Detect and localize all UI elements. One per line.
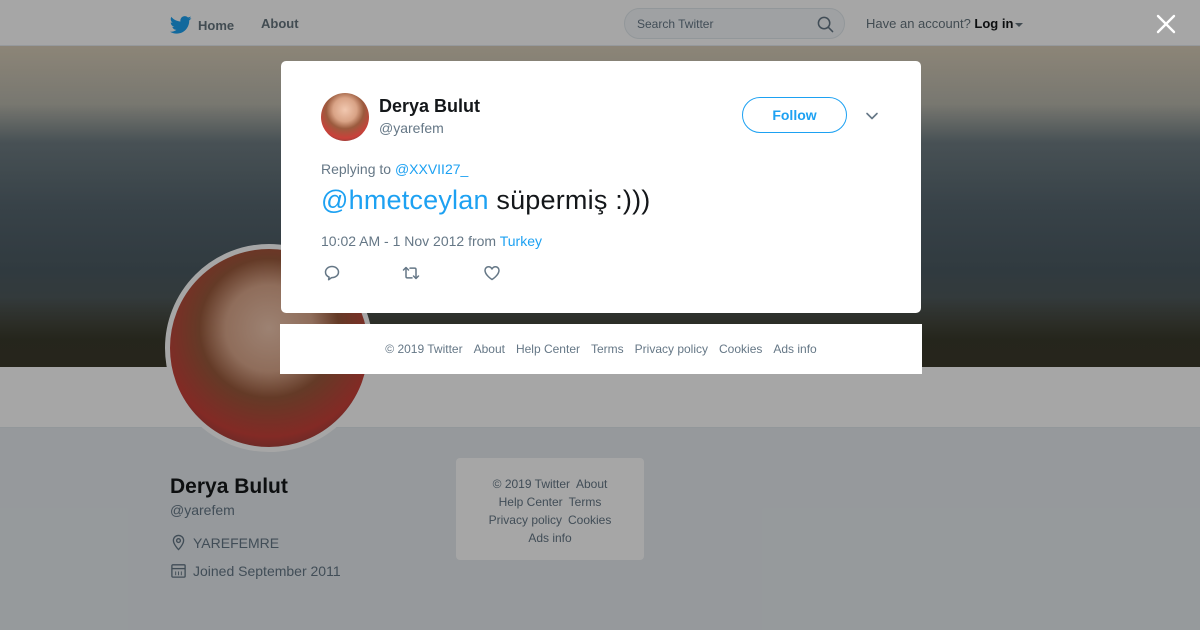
modal-footer-help[interactable]: Help Center: [516, 342, 580, 356]
reply-icon[interactable]: [323, 264, 341, 282]
tweet-place-link[interactable]: Turkey: [500, 233, 542, 249]
tweet-author-name[interactable]: Derya Bulut: [379, 96, 480, 117]
tweet-text: @hmetceylan süpermiş :))): [321, 185, 651, 216]
tweet-author-avatar[interactable]: [321, 93, 369, 141]
modal-footer-terms[interactable]: Terms: [591, 342, 624, 356]
modal-footer-copyright: © 2019 Twitter: [385, 342, 463, 356]
replying-to-prefix: Replying to: [321, 161, 392, 177]
tweet-from-label: from: [468, 233, 497, 249]
replying-to-link[interactable]: @XXVII27_: [395, 161, 468, 177]
tweet-timestamp[interactable]: 10:02 AM - 1 Nov 2012: [321, 233, 464, 249]
chevron-down-icon[interactable]: [864, 108, 880, 124]
follow-button[interactable]: Follow: [742, 97, 847, 133]
modal-footer-about[interactable]: About: [474, 342, 505, 356]
modal-footer-ads[interactable]: Ads info: [773, 342, 816, 356]
retweet-icon[interactable]: [402, 264, 420, 282]
modal-footer-cookies[interactable]: Cookies: [719, 342, 762, 356]
like-icon[interactable]: [483, 264, 501, 282]
close-icon[interactable]: [1154, 12, 1178, 36]
tweet-metadata: 10:02 AM - 1 Nov 2012 from Turkey: [321, 233, 542, 249]
replying-to: Replying to @XXVII27_: [321, 161, 468, 177]
modal-footer: © 2019 Twitter About Help Center Terms P…: [280, 324, 922, 374]
tweet-body: süpermiş :))): [488, 185, 651, 215]
tweet-author-handle[interactable]: @yarefem: [379, 120, 444, 136]
tweet-mention-link[interactable]: @hmetceylan: [321, 185, 489, 215]
modal-footer-privacy[interactable]: Privacy policy: [635, 342, 708, 356]
tweet-modal: Derya Bulut @yarefem Follow Replying to …: [281, 61, 921, 313]
